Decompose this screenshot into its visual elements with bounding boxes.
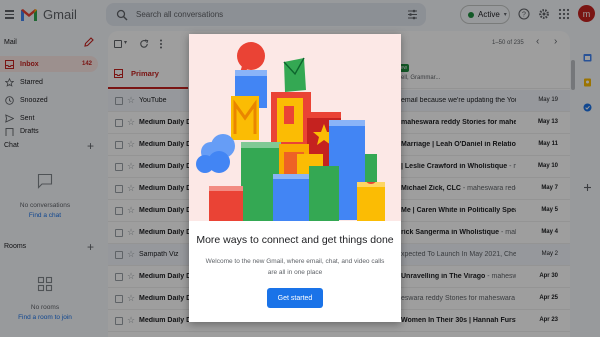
welcome-illustration [189, 34, 401, 221]
get-started-button[interactable]: Get started [267, 288, 323, 308]
welcome-dialog: More ways to connect and get things done… [189, 34, 401, 322]
building-blocks-illustration [196, 42, 385, 221]
dialog-title: More ways to connect and get things done [196, 234, 394, 246]
dialog-subtitle: Welcome to the new Gmail, where email, c… [205, 258, 385, 276]
